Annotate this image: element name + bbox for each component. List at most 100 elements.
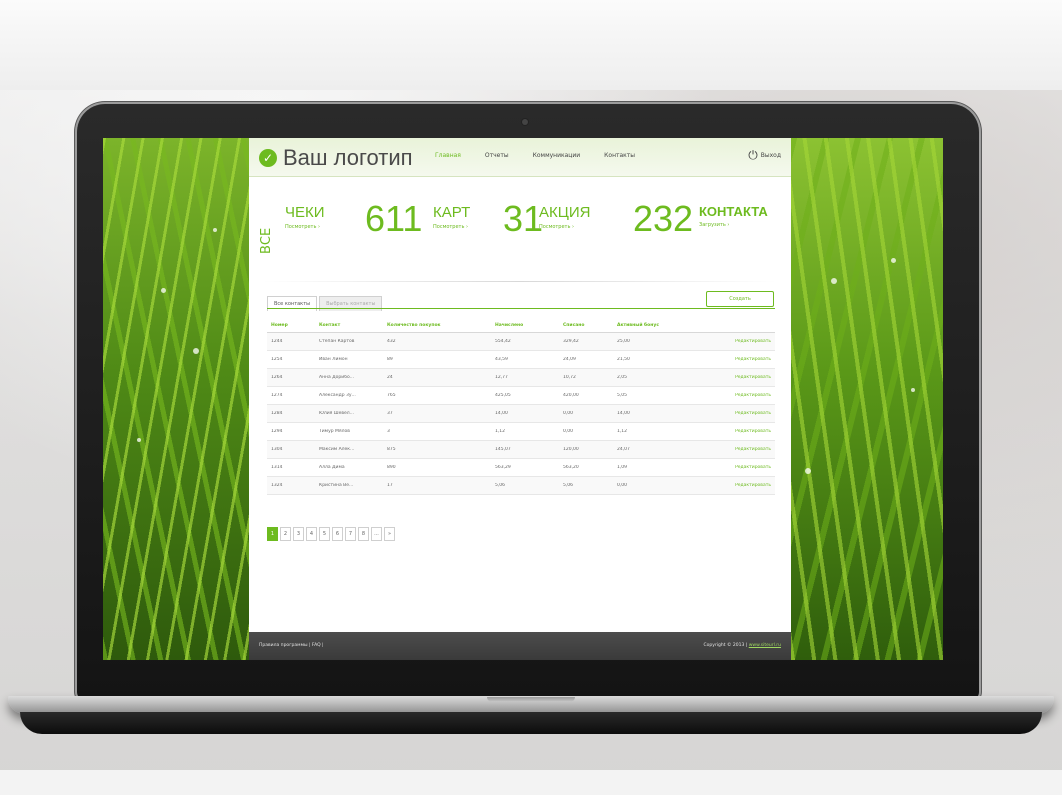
- column-header[interactable]: Номер: [267, 323, 319, 328]
- footer-site-link[interactable]: www.siteurl.ru: [749, 643, 781, 648]
- page-button[interactable]: 8: [358, 527, 369, 541]
- stat-cards-link[interactable]: Посмотреть ›: [433, 224, 468, 230]
- table-cell: 145,07: [495, 447, 511, 452]
- all-label: ВСЕ: [259, 227, 274, 254]
- footer-copyright: Copyright © 2013 | www.siteurl.ru: [704, 643, 781, 648]
- table-cell: Александр Зу...: [319, 393, 356, 398]
- page-button[interactable]: ...: [371, 527, 382, 541]
- table-cell: 17: [387, 483, 393, 488]
- page-button[interactable]: 7: [345, 527, 356, 541]
- table-cell: Тимур Мялов: [319, 429, 350, 434]
- table-cell: 1244: [271, 339, 283, 344]
- table-cell: 425,05: [495, 393, 511, 398]
- table-row[interactable]: 1294 Тимур Мялов 3 1,12 0,00 1,12 Редактироват…: [267, 423, 775, 441]
- edit-link[interactable]: Редактировать: [697, 339, 775, 344]
- table-row[interactable]: 1284 Юлия Шевел... 37 14,00 0,00 14,00 Редакти…: [267, 405, 775, 423]
- edit-link[interactable]: Редактировать: [697, 357, 775, 362]
- nav-item-communications[interactable]: Коммуникации: [533, 152, 581, 159]
- table-cell: 1,12: [495, 429, 506, 434]
- logo[interactable]: ✓ Ваш логотип: [259, 145, 413, 171]
- tab-underline: [267, 308, 775, 309]
- stats-panel: ВСЕ ЧЕКИ Посмотреть › 611 КАРТ Посмотрет…: [249, 190, 791, 270]
- column-header[interactable]: Активный бонус: [617, 323, 697, 328]
- stat-contacts-value: 232: [633, 198, 694, 239]
- page-button[interactable]: 5: [319, 527, 330, 541]
- stats-divider: [263, 281, 777, 282]
- table-cell: 563,20: [563, 465, 579, 470]
- table-cell: 1,09: [617, 465, 628, 470]
- table-cell: 1324: [271, 483, 283, 488]
- stat-receipts-link[interactable]: Посмотреть ›: [285, 224, 320, 230]
- table-cell: 875: [387, 447, 396, 452]
- table-header: Номер Контакт Количество покупок Начисле…: [267, 318, 775, 333]
- table-cell: 0,00: [563, 429, 574, 434]
- table-cell: 563,29: [495, 465, 511, 470]
- logout-label: Выход: [760, 152, 781, 159]
- edit-link[interactable]: Редактировать: [697, 465, 775, 470]
- nav-item-home[interactable]: Главная: [435, 152, 461, 159]
- stat-promo-link[interactable]: Посмотреть ›: [539, 224, 574, 230]
- table-cell: 24,09: [563, 357, 576, 362]
- table-cell: 24: [387, 375, 393, 380]
- background-bottom-strip: [0, 770, 1062, 795]
- table-cell: 120,00: [563, 447, 579, 452]
- table-cell: 10,72: [563, 375, 576, 380]
- column-header[interactable]: Количество покупок: [387, 323, 495, 328]
- table-cell: Анна Дорибо...: [319, 375, 355, 380]
- table-cell: 25,00: [617, 339, 630, 344]
- edit-link[interactable]: Редактировать: [697, 375, 775, 380]
- edit-link[interactable]: Редактировать: [697, 483, 775, 488]
- column-header[interactable]: Начислено: [495, 323, 563, 328]
- logo-text: Ваш логотип: [283, 145, 413, 170]
- table-cell: 1254: [271, 357, 283, 362]
- laptop-screen: ✓ Ваш логотип Главная Отчеты Коммуникаци…: [103, 138, 943, 660]
- table-row[interactable]: 1244 Степан Картов 432 554,42 329,42 25,00 Ред…: [267, 333, 775, 351]
- grass-background-right: [791, 138, 943, 660]
- footer-links[interactable]: Правила программы | FAQ |: [259, 643, 324, 648]
- logout-button[interactable]: ⏻ Выход: [748, 148, 781, 163]
- pagination: 1 2 3 4 5 6 7 8...»: [267, 527, 397, 541]
- column-header[interactable]: Списано: [563, 323, 617, 328]
- table-cell: 21,50: [617, 357, 630, 362]
- page-button[interactable]: 3: [293, 527, 304, 541]
- table-row[interactable]: 1304 Максим Алек... 875 145,07 120,00 24,07 Ре…: [267, 441, 775, 459]
- page-button[interactable]: 6: [332, 527, 343, 541]
- stat-cards-value: 611: [365, 198, 423, 239]
- table-cell: 24,07: [617, 447, 630, 452]
- edit-link[interactable]: Редактировать: [697, 429, 775, 434]
- edit-link[interactable]: Редактировать: [697, 447, 775, 452]
- table-cell: 1294: [271, 429, 283, 434]
- table-cell: 0,00: [563, 411, 574, 416]
- page-button[interactable]: »: [384, 527, 395, 541]
- table-cell: 1274: [271, 393, 283, 398]
- table-row[interactable]: 1324 Кристина Ве... 17 5,06 5,06 0,00 Редактир…: [267, 477, 775, 495]
- table-cell: 890: [387, 465, 396, 470]
- column-header[interactable]: Контакт: [319, 323, 387, 328]
- laptop-base-shadow: [20, 712, 1042, 734]
- table-row[interactable]: 1314 Алла Дима 890 563,29 563,20 1,09 Редактир…: [267, 459, 775, 477]
- table-row[interactable]: 1274 Александр Зу... 765 425,05 420,00 5,05 Ре…: [267, 387, 775, 405]
- edit-link[interactable]: Редактировать: [697, 411, 775, 416]
- check-icon: ✓: [259, 149, 277, 167]
- table-cell: 3: [387, 429, 390, 434]
- stat-cards-label: КАРТ: [433, 204, 471, 221]
- logout-icon: ⏻: [748, 148, 758, 162]
- page-button[interactable]: 2: [280, 527, 291, 541]
- table-cell: 329,42: [563, 339, 579, 344]
- app-header: ✓ Ваш логотип Главная Отчеты Коммуникаци…: [249, 138, 791, 177]
- table-cell: 2,05: [617, 375, 628, 380]
- edit-link[interactable]: Редактировать: [697, 393, 775, 398]
- page-button[interactable]: 1: [267, 527, 278, 541]
- stat-contacts-link[interactable]: Загрузить ›: [699, 222, 729, 228]
- table-cell: 14,00: [495, 411, 508, 416]
- nav-item-contacts[interactable]: Контакты: [604, 152, 635, 159]
- table-row[interactable]: 1264 Анна Дорибо... 24 12,77 10,72 2,05 Редакт…: [267, 369, 775, 387]
- page-button[interactable]: 4: [306, 527, 317, 541]
- nav-item-reports[interactable]: Отчеты: [485, 152, 509, 159]
- table-cell: Степан Картов: [319, 339, 355, 344]
- create-button[interactable]: Создать: [706, 291, 774, 307]
- table-cell: 1284: [271, 411, 283, 416]
- stat-receipts-label: ЧЕКИ: [285, 204, 325, 221]
- table-row[interactable]: 1254 Иван Лимон 89 43,59 24,09 21,50 Редактиро…: [267, 351, 775, 369]
- table-cell: 0,00: [617, 483, 628, 488]
